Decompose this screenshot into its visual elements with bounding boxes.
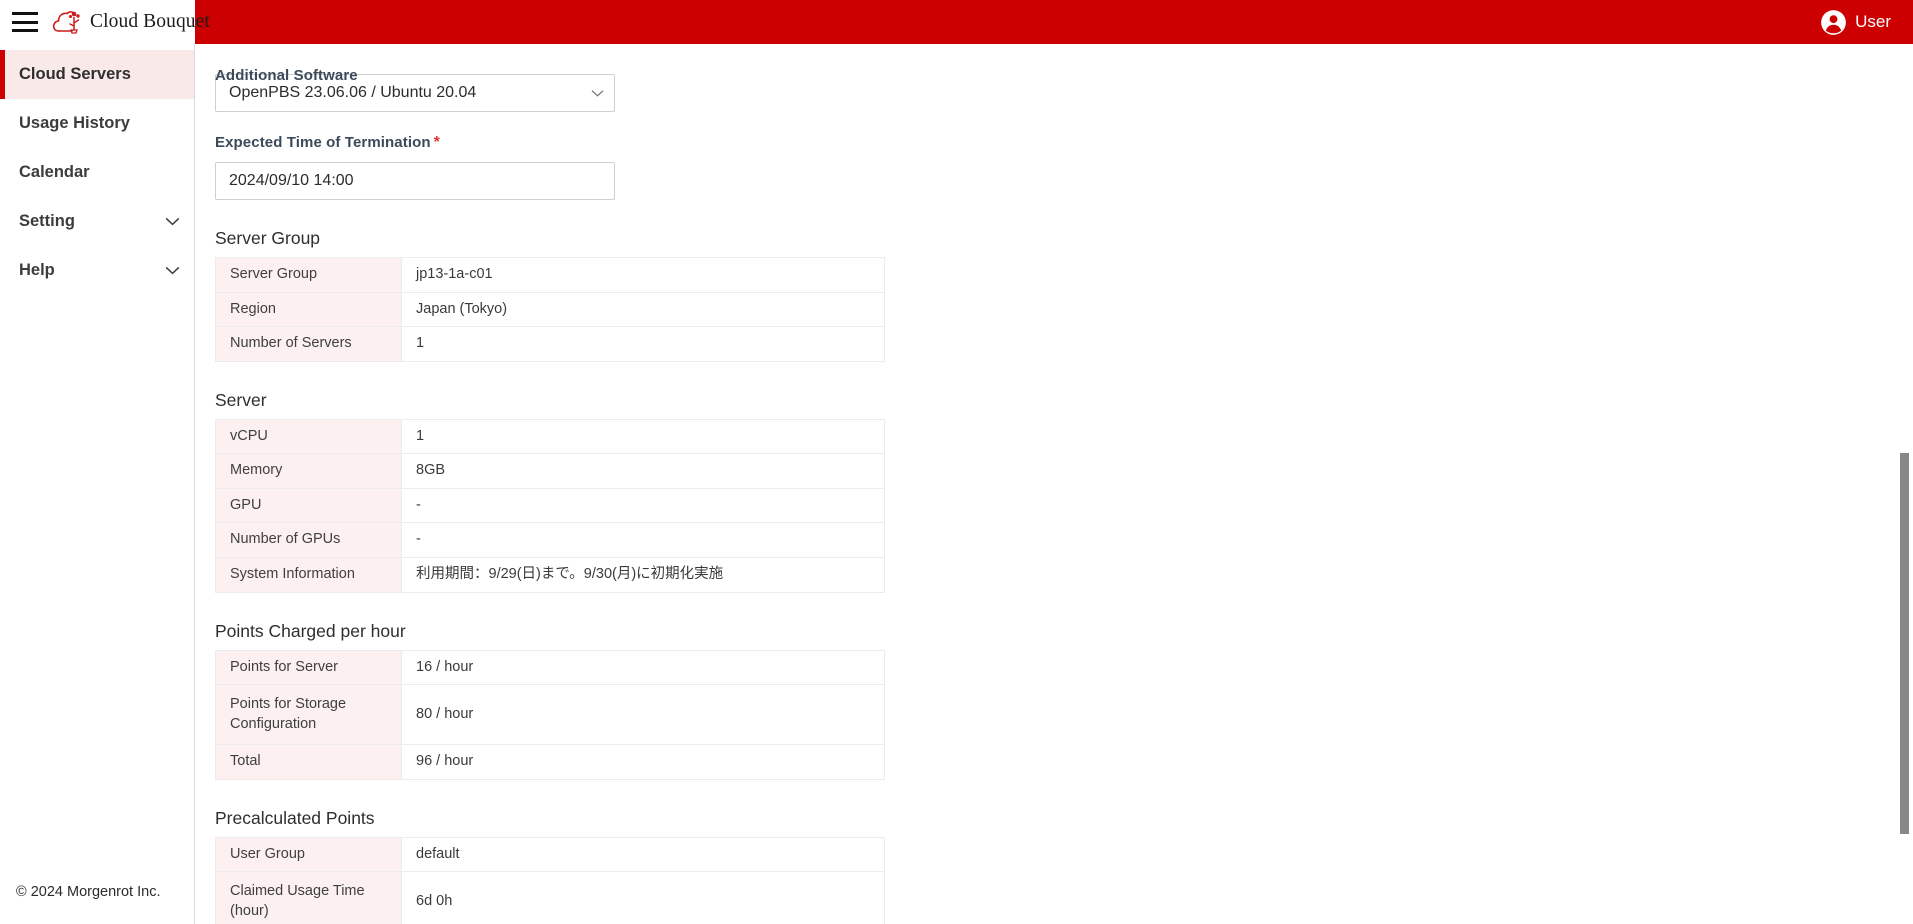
row-key: Total [215, 744, 402, 780]
row-key: vCPU [215, 418, 402, 455]
chevron-down-icon [591, 90, 604, 97]
hamburger-menu-icon[interactable] [12, 12, 38, 32]
sidebar-item-label: Cloud Servers [19, 65, 131, 83]
sidebar-item-cloud-servers[interactable]: Cloud Servers [0, 50, 194, 99]
row-value: - [401, 487, 885, 524]
sidebar-item-label: Help [19, 261, 55, 279]
server-group-title: Server Group [215, 228, 321, 248]
sidebar-item-help[interactable]: Help [0, 246, 194, 295]
cloud-bouquet-logo-icon [52, 11, 80, 34]
points-per-hour-title: Points Charged per hour [215, 620, 406, 641]
table-row: vCPU 1 [215, 418, 885, 455]
row-value: 16 / hour [401, 649, 885, 686]
termination-label-row: Expected Time of Termination * [215, 134, 1913, 152]
row-key: Points for Server [215, 649, 402, 686]
top-header-bar: Cloud Bouquet User [0, 0, 1913, 44]
main-scrollbar-track[interactable] [1896, 44, 1913, 924]
row-key: Memory [215, 453, 402, 489]
main-scrollbar-thumb[interactable] [1900, 453, 1909, 834]
app-root: Cloud Bouquet User Cloud Servers Usage H… [0, 0, 1913, 924]
termination-label: Expected Time of Termination [215, 134, 431, 151]
table-row: Number of Servers 1 [215, 326, 885, 362]
row-key: Number of GPUs [215, 522, 402, 558]
row-key: User Group [215, 836, 402, 873]
row-value: 6d 0h [401, 871, 885, 924]
termination-datetime-input[interactable]: 2024/09/10 14:00 [215, 162, 615, 200]
additional-software-value: OpenPBS 23.06.06 / Ubuntu 20.04 [229, 84, 477, 101]
table-row: Memory 8GB [215, 453, 885, 489]
table-row: Region Japan (Tokyo) [215, 291, 885, 328]
brand[interactable]: Cloud Bouquet [52, 9, 210, 35]
table-row: Points for Server 16 / hour [215, 649, 885, 686]
server-table: vCPU 1 Memory 8GB GPU - Number of GPUs - [215, 418, 885, 593]
table-row: Claimed Usage Time (hour) 6d 0h [215, 871, 885, 924]
row-key: Claimed Usage Time (hour) [215, 871, 402, 924]
user-label: User [1855, 12, 1891, 31]
sidebar-item-label: Setting [19, 212, 75, 230]
server-title: Server [215, 389, 267, 410]
table-row: User Group default [215, 836, 885, 873]
sidebar-item-label: Usage History [19, 114, 130, 132]
table-row: Total 96 / hour [215, 744, 885, 780]
sidebar-item-calendar[interactable]: Calendar [0, 148, 194, 197]
row-value: default [401, 836, 885, 873]
sidebar: Cloud Servers Usage History Calendar Set… [0, 44, 195, 924]
main-content-scroll: Additional Software OpenPBS 23.06.06 / U… [196, 44, 1913, 924]
sidebar-item-label: Calendar [19, 163, 90, 181]
sidebar-nav: Cloud Servers Usage History Calendar Set… [0, 44, 194, 295]
row-key: Number of Servers [215, 326, 402, 362]
row-value: - [401, 522, 885, 558]
account-circle-icon [1821, 9, 1846, 35]
row-value: 96 / hour [401, 744, 885, 780]
sidebar-item-setting[interactable]: Setting [0, 197, 194, 246]
points-per-hour-table: Points for Server 16 / hour Points for S… [215, 649, 885, 780]
chevron-down-icon [165, 218, 180, 226]
chevron-down-icon [165, 267, 180, 275]
precalculated-points-table: User Group default Claimed Usage Time (h… [215, 836, 885, 924]
table-row: Points for Storage Configuration 80 / ho… [215, 684, 885, 746]
row-key: GPU [215, 487, 402, 524]
user-account-menu[interactable]: User [1820, 9, 1891, 36]
sidebar-item-usage-history[interactable]: Usage History [0, 99, 194, 148]
row-value: Japan (Tokyo) [401, 291, 885, 328]
additional-software-label: Additional Software [215, 67, 358, 84]
row-key: Server Group [215, 257, 402, 293]
header-brand-area: Cloud Bouquet [0, 0, 210, 44]
required-marker: * [433, 134, 440, 151]
row-value: 利用期間：9/29(日)まで。9/30(月)に初期化実施 [401, 556, 885, 593]
table-row: Number of GPUs - [215, 522, 885, 558]
table-row: GPU - [215, 487, 885, 524]
row-value: jp13-1a-c01 [401, 257, 885, 293]
row-key: Points for Storage Configuration [215, 684, 402, 746]
row-value: 80 / hour [401, 684, 885, 746]
table-row: Server Group jp13-1a-c01 [215, 257, 885, 293]
table-row: System Information 利用期間：9/29(日)まで。9/30(月… [215, 556, 885, 593]
row-value: 8GB [401, 453, 885, 489]
precalculated-points-title: Precalculated Points [215, 807, 375, 828]
row-value: 1 [401, 326, 885, 362]
row-value: 1 [401, 418, 885, 455]
server-group-table: Server Group jp13-1a-c01 Region Japan (T… [215, 257, 885, 362]
brand-name: Cloud Bouquet [90, 11, 210, 32]
row-key: System Information [215, 556, 402, 593]
copyright-footer: © 2024 Morgenrot Inc. [16, 884, 161, 900]
row-key: Region [215, 291, 402, 328]
server-launch-summary: Additional Software OpenPBS 23.06.06 / U… [196, 67, 1913, 924]
